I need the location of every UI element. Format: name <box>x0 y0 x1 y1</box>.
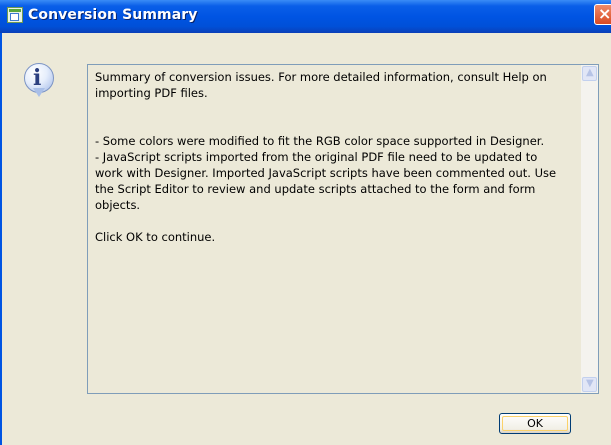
scroll-up-button[interactable]: ▲ <box>582 66 597 81</box>
close-button[interactable]: × <box>594 4 611 25</box>
vertical-scrollbar[interactable]: ▲ ▼ <box>581 65 598 393</box>
chevron-down-icon: ▼ <box>586 378 594 389</box>
message-text: Summary of conversion issues. For more d… <box>95 70 557 244</box>
info-icon: i <box>24 63 54 97</box>
dialog-body: i Summary of conversion issues. For more… <box>0 33 611 445</box>
ok-button[interactable]: OK <box>499 413 571 434</box>
app-icon <box>7 7 23 23</box>
window-title: Conversion Summary <box>28 7 198 23</box>
message-textarea[interactable]: Summary of conversion issues. For more d… <box>87 64 599 394</box>
chevron-up-icon: ▲ <box>586 67 594 78</box>
close-icon: × <box>598 4 611 23</box>
ok-button-label: OK <box>527 417 543 430</box>
title-bar[interactable]: Conversion Summary × <box>0 0 611 33</box>
scroll-down-button[interactable]: ▼ <box>582 377 597 392</box>
